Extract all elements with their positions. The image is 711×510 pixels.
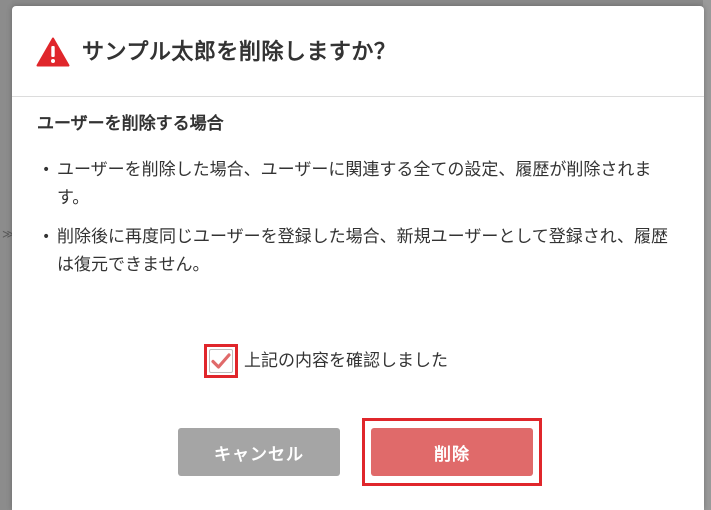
dialog-header: サンプル太郎を削除しますか？ [12,6,704,97]
list-item: • 削除後に再度同じユーザーを登録した場合、新規ユーザーとして登録され、履歴は復… [42,223,682,279]
confirm-row: 上記の内容を確認しました [204,340,448,382]
list-item-text: ユーザーを削除した場合、ユーザーに関連する全ての設定、履歴が削除されます。 [57,160,652,208]
section-title: ユーザーを削除する場合 [37,114,224,134]
warning-triangle-icon [36,37,70,67]
dialog-title: サンプル太郎を削除しますか？ [82,40,397,65]
delete-user-dialog: サンプル太郎を削除しますか？ ユーザーを削除する場合 • ユーザーを削除した場合… [12,6,704,510]
background-page-edge: ≫ [0,0,15,510]
confirm-checkbox[interactable] [209,349,233,373]
cancel-button[interactable]: キャンセル [178,428,340,476]
bullet-mark: • [42,162,51,178]
warning-list: • ユーザーを削除した場合、ユーザーに関連する全ての設定、履歴が削除されます。 … [42,156,682,290]
bullet-mark: • [42,229,51,245]
checkmark-icon [211,353,231,369]
delete-button[interactable]: 削除 [371,428,533,476]
delete-button-highlight: 削除 [362,418,542,486]
confirm-label[interactable]: 上記の内容を確認しました [244,347,448,375]
background-overlay-strip [703,0,711,510]
confirm-checkbox-highlight[interactable] [204,344,238,378]
list-item-text: 削除後に再度同じユーザーを登録した場合、新規ユーザーとして登録され、履歴は復元で… [57,227,668,275]
list-item: • ユーザーを削除した場合、ユーザーに関連する全ての設定、履歴が削除されます。 [42,156,682,212]
